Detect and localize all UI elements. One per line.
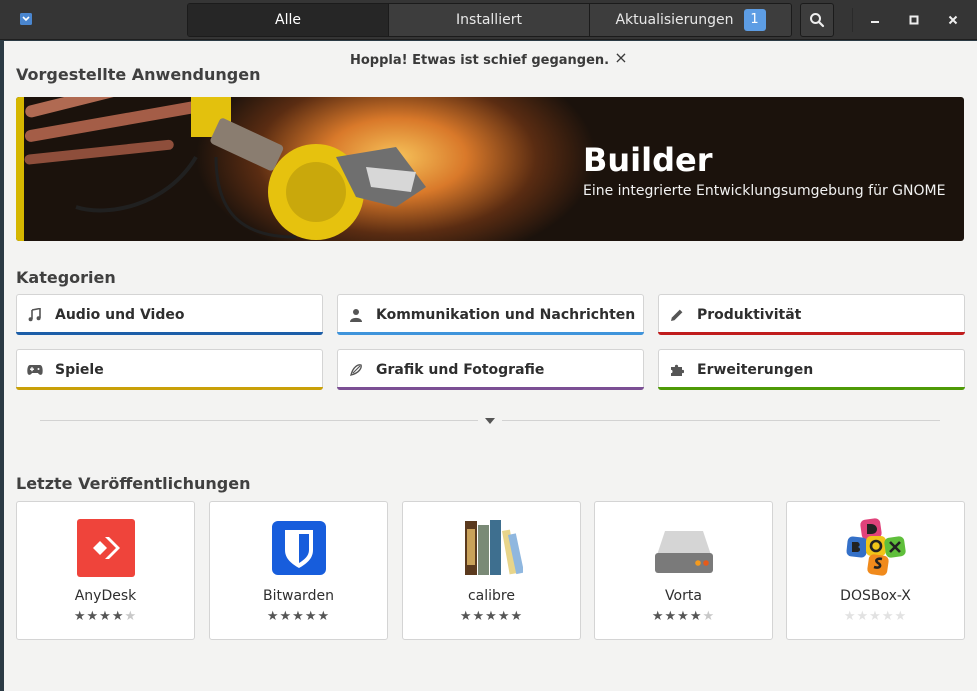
pencil-icon bbox=[669, 307, 685, 323]
app-name: calibre bbox=[467, 588, 515, 604]
tab-all[interactable]: Alle bbox=[188, 4, 389, 36]
category-audio-video[interactable]: Audio und Video bbox=[16, 294, 323, 335]
app-tile-bitwarden[interactable]: Bitwarden ★★★★★ bbox=[209, 501, 388, 640]
app-name: Bitwarden bbox=[263, 588, 334, 604]
category-color-bar bbox=[337, 387, 644, 390]
category-label: Kommunikation und Nachrichten bbox=[376, 306, 636, 323]
notification-close-button[interactable]: × bbox=[614, 50, 628, 66]
search-button[interactable] bbox=[800, 3, 834, 37]
anydesk-logo-icon bbox=[77, 519, 135, 577]
category-color-bar bbox=[337, 332, 644, 335]
updates-count-badge: 1 bbox=[743, 9, 766, 31]
app-tile-anydesk[interactable]: AnyDesk ★★★★★ bbox=[16, 501, 195, 640]
app-name: AnyDesk bbox=[74, 588, 137, 604]
view-switcher: Alle Installiert Aktualisierungen 1 bbox=[187, 3, 792, 37]
category-label: Spiele bbox=[55, 361, 104, 378]
app-tile-calibre[interactable]: calibre ★★★★★ bbox=[402, 501, 581, 640]
category-color-bar bbox=[658, 387, 965, 390]
music-note-icon bbox=[27, 307, 43, 323]
featured-app-subtitle: Eine integrierte Entwicklungsumgebung fü… bbox=[583, 183, 946, 199]
overview-page: Hoppla! Etwas ist schief gegangen. × Vor… bbox=[4, 41, 977, 691]
app-tile-vorta[interactable]: Vorta ★★★★★ bbox=[594, 501, 773, 640]
category-label: Erweiterungen bbox=[697, 361, 814, 378]
app-rating-stars: ★★★★★ bbox=[651, 609, 716, 624]
show-more-categories-button[interactable] bbox=[478, 413, 502, 429]
tab-installed[interactable]: Installiert bbox=[389, 4, 590, 36]
featured-section-title: Vorgestellte Anwendungen bbox=[16, 65, 261, 84]
close-icon bbox=[948, 15, 958, 25]
category-games[interactable]: Spiele bbox=[16, 349, 323, 390]
app-rating-stars: ★★★★★ bbox=[73, 609, 138, 624]
error-notification-text: Hoppla! Etwas ist schief gegangen. bbox=[350, 53, 610, 68]
featured-app-title: Builder bbox=[583, 141, 713, 179]
tab-all-label: Alle bbox=[275, 12, 301, 28]
minimize-icon bbox=[871, 21, 879, 23]
category-label: Produktivität bbox=[697, 306, 802, 323]
category-label: Audio und Video bbox=[55, 306, 185, 323]
app-tile-dosbox-x[interactable]: DOSBox-X ★★★★★ bbox=[786, 501, 965, 640]
tab-installed-label: Installiert bbox=[456, 12, 522, 28]
maximize-icon bbox=[909, 15, 919, 25]
close-window-button[interactable] bbox=[941, 8, 965, 32]
app-name: Vorta bbox=[665, 588, 702, 604]
tab-updates[interactable]: Aktualisierungen 1 bbox=[590, 4, 791, 36]
categories-section-title: Kategorien bbox=[16, 268, 116, 287]
bitwarden-logo-icon bbox=[272, 521, 326, 575]
app-rating-stars: ★★★★★ bbox=[459, 609, 524, 624]
software-app-icon bbox=[20, 13, 32, 25]
header-bar: Alle Installiert Aktualisierungen 1 bbox=[0, 0, 977, 40]
recent-section-title: Letzte Veröffentlichungen bbox=[16, 474, 251, 493]
maximize-button[interactable] bbox=[902, 8, 926, 32]
search-icon bbox=[810, 13, 825, 28]
category-color-bar bbox=[16, 387, 323, 390]
chevron-down-icon bbox=[485, 418, 495, 424]
category-label: Grafik und Fotografie bbox=[376, 361, 545, 378]
app-rating-stars: ★★★★★ bbox=[266, 609, 331, 624]
person-icon bbox=[348, 307, 364, 323]
builder-crane-illustration bbox=[16, 97, 426, 241]
puzzle-icon bbox=[669, 362, 685, 378]
tab-updates-label: Aktualisierungen bbox=[615, 12, 734, 28]
hard-drive-icon bbox=[655, 531, 713, 573]
dosbox-logo-icon bbox=[846, 518, 906, 576]
gamepad-icon bbox=[27, 362, 43, 378]
category-color-bar bbox=[16, 332, 323, 335]
featured-banner[interactable]: Builder Eine integrierte Entwicklungsumg… bbox=[16, 97, 964, 241]
app-name: DOSBox-X bbox=[840, 588, 911, 604]
category-productivity[interactable]: Produktivität bbox=[658, 294, 965, 335]
category-color-bar bbox=[658, 332, 965, 335]
category-communication[interactable]: Kommunikation und Nachrichten bbox=[337, 294, 644, 335]
app-rating-stars: ★★★★★ bbox=[843, 609, 908, 624]
brush-icon bbox=[348, 362, 364, 378]
minimize-button[interactable] bbox=[863, 8, 887, 32]
category-extensions[interactable]: Erweiterungen bbox=[658, 349, 965, 390]
calibre-books-icon bbox=[465, 520, 523, 575]
category-graphics[interactable]: Grafik und Fotografie bbox=[337, 349, 644, 390]
header-separator bbox=[852, 8, 853, 32]
